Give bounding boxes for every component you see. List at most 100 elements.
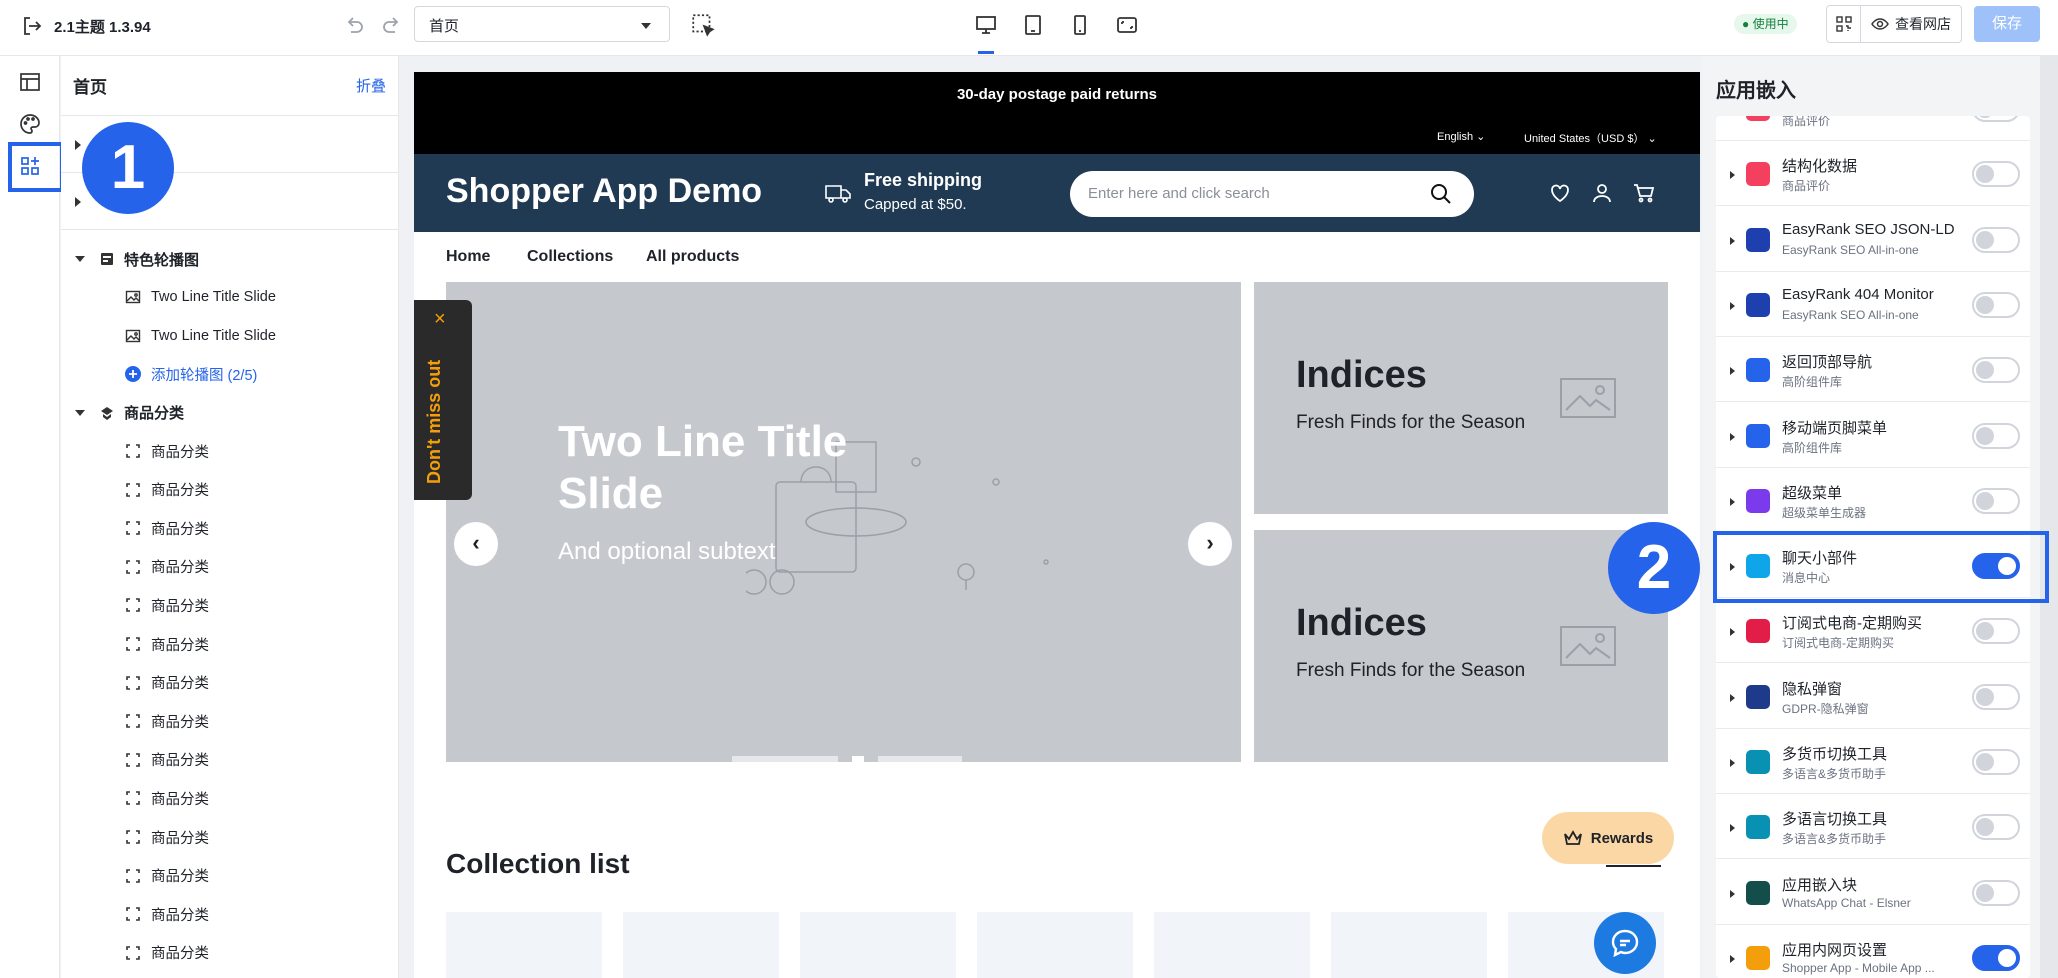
- app-embed-item[interactable]: 返回顶部导航 高阶组件库: [1716, 337, 2030, 403]
- caret-right-icon[interactable]: [1730, 759, 1735, 767]
- fullscreen-view-button[interactable]: [1112, 10, 1142, 40]
- scrollbar[interactable]: [2040, 56, 2058, 978]
- sections-icon[interactable]: [18, 70, 42, 94]
- category-item[interactable]: 商品分类: [61, 702, 398, 741]
- nav-home[interactable]: Home: [446, 248, 490, 266]
- undo-icon[interactable]: [342, 14, 366, 38]
- app-embed-item[interactable]: 结构化数据 商品评价: [1716, 141, 2030, 207]
- category-item[interactable]: 商品分类: [61, 663, 398, 702]
- category-item[interactable]: 商品分类: [61, 779, 398, 818]
- caret-right-icon[interactable]: [1730, 824, 1735, 833]
- app-embed-toggle[interactable]: [1972, 116, 2020, 122]
- slide-prev-button[interactable]: ‹: [454, 522, 498, 566]
- mobile-view-button[interactable]: [1065, 10, 1095, 40]
- app-embed-item[interactable]: 隐私弹窗 GDPR-隐私弹窗: [1716, 664, 2030, 729]
- store-search-input[interactable]: Enter here and click search: [1070, 171, 1474, 217]
- caret-right-icon[interactable]: [1730, 301, 1735, 310]
- tree-group-category[interactable]: 商品分类: [61, 394, 398, 432]
- caret-right-icon[interactable]: [1730, 693, 1735, 702]
- language-selector[interactable]: English ⌄: [1437, 130, 1485, 143]
- app-embed-item[interactable]: EasyRank SEO JSON-LD EasyRank SEO All-in-…: [1716, 207, 2030, 272]
- caret-right-icon[interactable]: [1730, 236, 1735, 245]
- app-embed-toggle[interactable]: [1972, 618, 2020, 645]
- app-embed-toggle[interactable]: [1972, 683, 2020, 710]
- app-embed-toggle[interactable]: [1972, 226, 2020, 253]
- carousel-item[interactable]: Two Line Title Slide: [61, 317, 398, 356]
- category-item[interactable]: 商品分类: [61, 625, 398, 664]
- exit-icon[interactable]: [20, 14, 44, 38]
- app-embed-item[interactable]: 多语言切换工具 多语言&多货币助手: [1716, 794, 2030, 860]
- app-embed-item[interactable]: 订阅式电商-定期购买 订阅式电商-定期购买: [1716, 598, 2030, 664]
- app-embed-toggle[interactable]: [1972, 814, 2020, 841]
- app-embed-item[interactable]: EasyRank 404 Monitor EasyRank SEO All-in-…: [1716, 272, 2030, 337]
- app-embed-toggle[interactable]: [1972, 422, 2020, 449]
- rewards-button[interactable]: Rewards: [1542, 812, 1674, 864]
- toggle-knob: [1998, 948, 2016, 967]
- save-button[interactable]: 保存: [1974, 6, 2040, 42]
- caret-right-icon[interactable]: [1730, 497, 1735, 506]
- collection-tile[interactable]: [1154, 912, 1310, 978]
- select-element-icon[interactable]: [690, 12, 716, 38]
- chat-widget-button[interactable]: [1594, 912, 1656, 974]
- collection-tile[interactable]: [446, 912, 602, 978]
- category-item[interactable]: 商品分类: [61, 509, 398, 548]
- app-embed-item[interactable]: 超级菜单 超级菜单生成器: [1716, 468, 2030, 533]
- tablet-view-button[interactable]: [1018, 10, 1048, 40]
- category-item[interactable]: 商品分类: [61, 548, 398, 587]
- search-icon[interactable]: [1430, 183, 1452, 205]
- app-embed-toggle[interactable]: [1972, 357, 2020, 384]
- dont-miss-out-tab[interactable]: × Don't miss out: [414, 300, 472, 500]
- nav-collections[interactable]: Collections: [527, 248, 613, 266]
- caret-right-icon[interactable]: [1730, 954, 1735, 963]
- page-select[interactable]: 首页: [414, 6, 670, 42]
- category-item[interactable]: 商品分类: [61, 741, 398, 780]
- caret-right-icon[interactable]: [1730, 171, 1735, 180]
- category-item[interactable]: 商品分类: [61, 470, 398, 509]
- tree-group-carousel[interactable]: 特色轮播图: [61, 240, 398, 278]
- collection-tile[interactable]: [623, 912, 779, 978]
- app-embed-item[interactable]: 移动端页脚菜单 高阶组件库: [1716, 403, 2030, 468]
- heart-icon[interactable]: [1548, 181, 1572, 205]
- app-embed-name: 多货币切换工具: [1782, 746, 1888, 763]
- app-embed-toggle[interactable]: [1972, 879, 2020, 906]
- close-icon[interactable]: ×: [434, 308, 446, 331]
- account-icon[interactable]: [1590, 181, 1614, 205]
- app-embed-item[interactable]: 商品评价: [1716, 116, 2030, 141]
- category-item[interactable]: 商品分类: [61, 856, 398, 895]
- category-item[interactable]: 商品分类: [61, 818, 398, 857]
- collapse-link[interactable]: 折叠: [356, 75, 386, 96]
- category-item[interactable]: 商品分类: [61, 586, 398, 625]
- nav-all-products[interactable]: All products: [646, 248, 739, 266]
- caret-right-icon[interactable]: [1730, 889, 1735, 898]
- app-embed-item[interactable]: 应用嵌入块 WhatsApp Chat - Elsner: [1716, 860, 2030, 925]
- add-carousel-button[interactable]: 添加轮播图 (2/5): [61, 355, 398, 394]
- promo-card-2[interactable]: Indices Fresh Finds for the Season: [1254, 530, 1668, 762]
- app-embed-toggle[interactable]: [1972, 161, 2020, 188]
- top-toolbar: 2.1主题 1.3.94 首页 ● 使用中 查看网店 保存: [0, 0, 2058, 56]
- redo-icon[interactable]: [380, 14, 404, 38]
- qr-code-button[interactable]: [1827, 6, 1861, 42]
- carousel-item[interactable]: Two Line Title Slide: [61, 278, 398, 317]
- app-embed-item[interactable]: 多货币切换工具 多语言&多货币助手: [1716, 729, 2030, 794]
- category-item[interactable]: 商品分类: [61, 934, 398, 973]
- promo-card-1[interactable]: Indices Fresh Finds for the Season: [1254, 282, 1668, 514]
- collection-tile[interactable]: [800, 912, 956, 978]
- app-embed-toggle[interactable]: [1972, 944, 2020, 971]
- app-embed-toggle[interactable]: [1972, 749, 2020, 775]
- app-embed-item[interactable]: 应用内网页设置 Shopper App - Mobile App ...: [1716, 925, 2030, 978]
- cart-icon[interactable]: [1632, 181, 1656, 205]
- category-item[interactable]: 商品分类: [61, 432, 398, 471]
- collection-tile[interactable]: [977, 912, 1133, 978]
- slide-next-button[interactable]: ›: [1188, 522, 1232, 566]
- caret-right-icon[interactable]: [1730, 628, 1735, 637]
- app-embed-toggle[interactable]: [1972, 291, 2020, 318]
- view-store-button[interactable]: 查看网店: [1861, 14, 1961, 34]
- caret-right-icon[interactable]: [1730, 432, 1735, 441]
- desktop-view-button[interactable]: [971, 10, 1001, 54]
- app-embed-toggle[interactable]: [1972, 487, 2020, 514]
- caret-right-icon[interactable]: [1730, 367, 1735, 376]
- category-item[interactable]: 商品分类: [61, 895, 398, 934]
- currency-selector[interactable]: United States（USD $） ⌄: [1524, 130, 1657, 146]
- collection-tile[interactable]: [1331, 912, 1487, 978]
- palette-icon[interactable]: [18, 112, 42, 136]
